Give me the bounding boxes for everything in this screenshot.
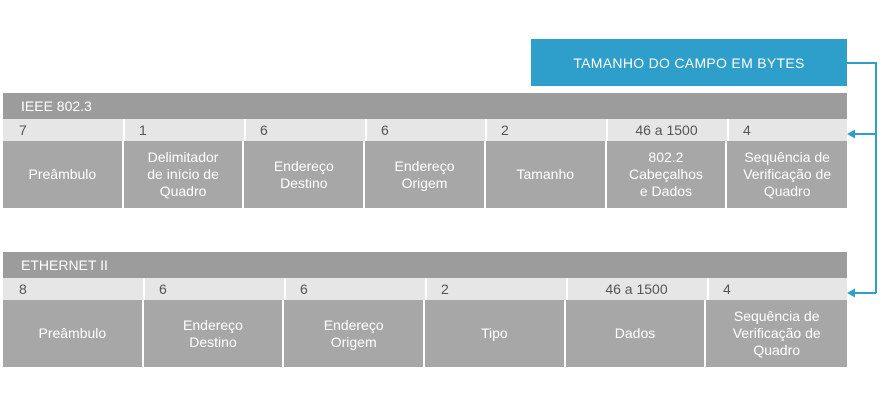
- field-endereco-origem: Endereço Origem: [284, 300, 424, 367]
- size-cell: 4: [707, 278, 847, 300]
- size-value: 8: [19, 281, 27, 297]
- field-tamanho: Tamanho: [485, 141, 605, 208]
- size-cell: 6: [365, 119, 485, 141]
- size-cell: 46 a 1500: [566, 278, 707, 300]
- field-preambulo: Preâmbulo: [3, 141, 122, 208]
- field-label: Endereço Origem: [323, 316, 384, 350]
- field-label: Endereço Destino: [273, 157, 334, 191]
- size-value: 6: [381, 122, 389, 138]
- size-row: 8 6 6 2 46 a 1500 4: [3, 278, 847, 300]
- legend-box: TAMANHO DO CAMPO EM BYTES: [531, 39, 847, 86]
- size-row: 7 1 6 6 2 46 a 1500 4: [3, 119, 847, 141]
- field-delimitador: Delimitador de início de Quadro: [123, 141, 243, 208]
- field-label: Endereço Destino: [183, 316, 243, 350]
- size-value: 1: [139, 122, 147, 138]
- field-label: Delimitador de início de Quadro: [147, 149, 219, 199]
- size-cell: 4: [727, 119, 847, 141]
- size-value: 6: [260, 122, 268, 138]
- frame-ethernet-ii: ETHERNET II 8 6 6 2 46 a 1500 4 Preâmbul…: [3, 252, 848, 367]
- field-row: Preâmbulo Endereço Destino Endereço Orig…: [3, 300, 848, 367]
- size-cell: 8: [3, 278, 143, 300]
- field-label: Sequência de Verificação de Quadro: [743, 149, 832, 199]
- size-cell: 6: [244, 119, 365, 141]
- size-cell: 1: [123, 119, 244, 141]
- size-value: 2: [501, 122, 509, 138]
- field-label: Tamanho: [516, 166, 575, 182]
- size-value: 46 a 1500: [635, 122, 698, 138]
- size-cell: 6: [143, 278, 284, 300]
- field-label: 802.2 Cabeçalhos e Dados: [628, 149, 703, 199]
- field-label: Tipo: [480, 325, 508, 341]
- field-endereco-destino: Endereço Destino: [244, 141, 364, 208]
- field-cabecalhos-dados: 802.2 Cabeçalhos e Dados: [606, 141, 726, 208]
- frame-title-label: ETHERNET II: [21, 257, 108, 273]
- size-cell: 6: [284, 278, 425, 300]
- size-value: 2: [441, 281, 449, 297]
- size-value: 46 a 1500: [605, 281, 668, 297]
- size-value: 6: [159, 281, 167, 297]
- connector-line: [847, 62, 877, 293]
- field-sequencia-verificacao: Sequência de Verificação de Quadro: [727, 141, 848, 208]
- field-label: Endereço Origem: [394, 157, 455, 191]
- field-row: Preâmbulo Delimitador de início de Quadr…: [3, 141, 848, 208]
- field-tipo: Tipo: [425, 300, 564, 367]
- frame-title: ETHERNET II: [3, 252, 847, 278]
- frame-ieee-802-3: IEEE 802.3 7 1 6 6 2 46 a 1500 4 Preâmbu…: [3, 93, 848, 208]
- legend-label: TAMANHO DO CAMPO EM BYTES: [573, 54, 805, 71]
- size-value: 6: [300, 281, 308, 297]
- arrow-head-ieee: [847, 129, 855, 139]
- frame-title-label: IEEE 802.3: [21, 98, 92, 114]
- size-value: 7: [19, 122, 27, 138]
- field-label: Preâmbulo: [38, 325, 107, 341]
- arrow-head-ethernet: [847, 288, 855, 298]
- field-label: Dados: [614, 325, 656, 341]
- size-cell: 46 a 1500: [606, 119, 727, 141]
- field-label: Preâmbulo: [28, 166, 97, 182]
- size-value: 4: [743, 122, 751, 138]
- size-cell: 7: [3, 119, 123, 141]
- frame-title: IEEE 802.3: [3, 93, 847, 119]
- field-endereco-origem: Endereço Origem: [365, 141, 484, 208]
- field-label: Sequência de Verificação de Quadro: [732, 308, 821, 358]
- field-endereco-destino: Endereço Destino: [143, 300, 283, 367]
- field-preambulo: Preâmbulo: [3, 300, 142, 367]
- size-value: 4: [723, 281, 731, 297]
- size-cell: 2: [425, 278, 566, 300]
- size-cell: 2: [485, 119, 606, 141]
- field-sequencia-verificacao: Sequência de Verificação de Quadro: [706, 300, 848, 367]
- field-dados: Dados: [565, 300, 705, 367]
